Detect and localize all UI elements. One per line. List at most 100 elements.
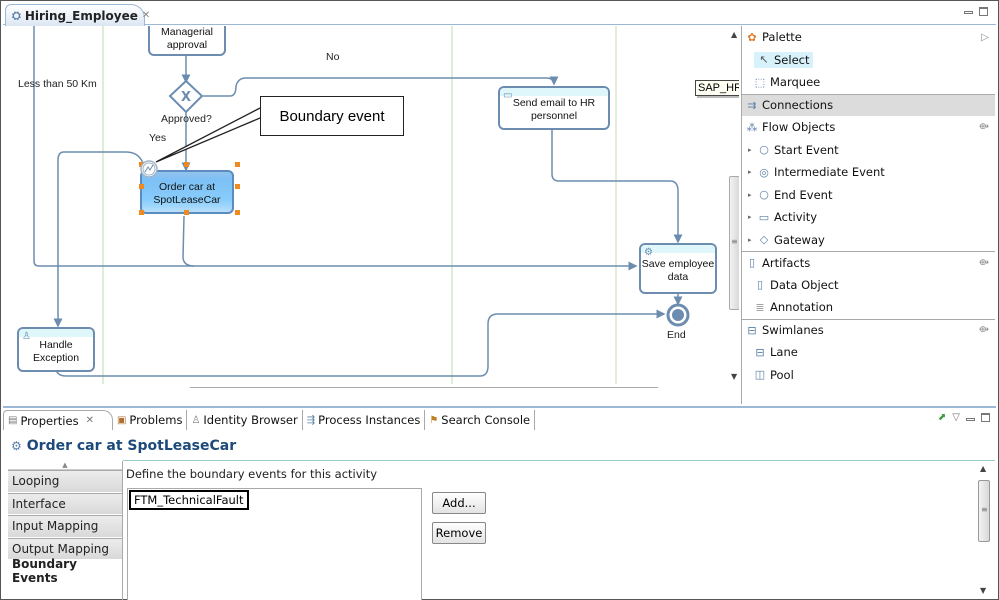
swimlanes-icon: ⊟ (747, 323, 757, 337)
palette-item-gateway[interactable]: ▸ ◇ Gateway (742, 229, 995, 252)
boundary-events-list[interactable]: FTM_TechnicalFault (127, 488, 422, 600)
selection-handle[interactable] (184, 162, 189, 167)
close-icon[interactable]: ✕ (86, 415, 94, 426)
properties-vertical-scrollbar[interactable]: ▲ ≡ ▼ (977, 462, 991, 596)
palette-item-intermediate-event[interactable]: ▸ ◎ Intermediate Event (742, 161, 995, 184)
palette-tool-marquee[interactable]: ⬚ Marquee (742, 71, 995, 94)
activity-icon: ▭ (758, 210, 770, 224)
minimize-icon[interactable] (964, 11, 973, 14)
scrollbar-thumb[interactable]: ≡ (978, 480, 990, 542)
boundary-event-icon[interactable] (140, 159, 160, 179)
side-tab-boundary-events[interactable]: Boundary Events (8, 557, 122, 585)
selection-handle[interactable] (235, 184, 240, 189)
maximize-icon[interactable] (979, 7, 988, 16)
end-event-label: End (667, 329, 686, 341)
properties-icon: ▤ (8, 415, 18, 426)
tab-search-console[interactable]: ⚑ Search Console (425, 410, 536, 430)
tab-identity-browser[interactable]: ♙ Identity Browser (187, 410, 303, 430)
add-button[interactable]: Add... (432, 492, 486, 514)
property-side-tabs: ▲ Looping Interface Input Mapping Output… (8, 461, 123, 600)
pin-editor-icon[interactable]: ⬈ (938, 412, 946, 423)
palette-header[interactable]: ✿ Palette ▷ (742, 26, 995, 49)
task-send-email[interactable]: ▭ Send email to HR personnel (498, 86, 610, 130)
intermediate-event-icon: ◎ (759, 165, 769, 179)
search-console-icon: ⚑ (429, 414, 439, 426)
palette-item-start-event[interactable]: ▸ ○ Start Event (742, 139, 995, 162)
pool-icon: ◫ (754, 368, 766, 382)
process-icon: ⛭ (12, 8, 21, 22)
pin-icon[interactable]: ⟴ (979, 122, 989, 132)
editor-tab-label: Hiring_Employee (24, 8, 138, 23)
maximize-icon[interactable] (981, 413, 990, 422)
collapse-palette-icon[interactable]: ▷ (981, 32, 989, 43)
task-handle-exception[interactable]: ♙ Handle Exception (17, 327, 95, 372)
selection-handle[interactable] (139, 210, 144, 215)
pin-icon[interactable]: ⟴ (979, 258, 989, 268)
properties-title: ⚙ Order car at SpotLeaseCar (11, 438, 237, 454)
canvas-vertical-scrollbar[interactable]: ▲ ≡ ▼ (728, 26, 739, 388)
palette-item-pool[interactable]: ◫ Pool (742, 364, 995, 387)
list-item[interactable]: FTM_TechnicalFault (129, 490, 249, 510)
marquee-icon: ⬚ (754, 75, 766, 89)
palette-drawer-artifacts[interactable]: ▯ Artifacts ⟴ (742, 251, 995, 274)
exclusive-gateway: X (168, 79, 204, 114)
palette-item-annotation[interactable]: ≣ Annotation (742, 296, 995, 319)
palette: ✿ Palette ▷ ↖ Select ⬚ Marquee ⇉ Connecti… (741, 26, 995, 404)
palette-item-end-event[interactable]: ▸ ○ End Event (742, 184, 995, 207)
view-buttons: ⬈ ▽ (938, 412, 990, 423)
selection-handle[interactable] (139, 184, 144, 189)
palette-drawer-connections[interactable]: ⇉ Connections (742, 93, 995, 116)
palette-drawer-flow-objects[interactable]: ⁂ Flow Objects ⟴ (742, 116, 995, 139)
palette-item-lane[interactable]: ⊟ Lane (742, 341, 995, 364)
tab-process-instances[interactable]: ⇶ Process Instances (303, 410, 426, 430)
editor-window-buttons (964, 7, 988, 16)
selection-handle[interactable] (235, 210, 240, 215)
pointer-icon: ↖ (759, 53, 769, 67)
scrollbar-thumb[interactable]: ≡ (729, 176, 739, 310)
flow-email-to-save (551, 130, 683, 244)
flow-exception-to-end (55, 309, 666, 377)
tab-properties[interactable]: ▤ Properties ✕ (3, 410, 113, 430)
flow-boundary-to-exception (53, 151, 145, 328)
flow-objects-icon: ⁂ (746, 120, 758, 134)
canvas-horizontal-scrollbar[interactable]: ◀ III ▶ (6, 385, 728, 388)
side-tab-input-mapping[interactable]: Input Mapping (8, 515, 122, 538)
scroll-up-icon[interactable]: ▲ (8, 461, 122, 470)
selection-handle[interactable] (184, 210, 189, 215)
selection-handle[interactable] (235, 162, 240, 167)
close-icon[interactable]: ✕ (142, 10, 150, 21)
remove-button[interactable]: Remove (432, 522, 486, 544)
side-tab-interface[interactable]: Interface (8, 492, 122, 515)
palette-item-data-object[interactable]: ▯ Data Object (742, 274, 995, 297)
scroll-down-icon[interactable]: ▼ (731, 372, 737, 381)
properties-panel: ▤ Properties ✕ ▣ Problems ♙ Identity Bro… (3, 406, 996, 600)
boundary-events-description: Define the boundary events for this acti… (126, 467, 378, 481)
diagram-connections: X (33, 26, 690, 384)
callout-boundary-event: Boundary event (260, 96, 404, 136)
task-save-employee-data[interactable]: ⚙ Save employee data (639, 243, 717, 294)
palette-icon: ✿ (747, 30, 757, 44)
connection-icon: ⇉ (747, 98, 757, 112)
palette-tool-select[interactable]: ↖ Select (742, 49, 995, 72)
flow-label-yes: Yes (149, 132, 167, 144)
problems-icon: ▣ (116, 414, 127, 426)
title-separator (123, 460, 995, 461)
minimize-icon[interactable] (966, 418, 975, 421)
scroll-up-icon[interactable]: ▲ (731, 30, 737, 39)
view-menu-icon[interactable]: ▽ (952, 412, 960, 423)
tab-problems[interactable]: ▣ Problems (113, 410, 188, 430)
diagram-canvas[interactable]: X Managerial approval Approved? No Yes L… (6, 26, 739, 388)
scroll-up-icon[interactable]: ▲ (980, 464, 986, 473)
palette-drawer-swimlanes[interactable]: ⊟ Swimlanes ⟴ (742, 318, 995, 342)
task-managerial-approval[interactable]: Managerial approval (148, 26, 226, 56)
scrollbar-thumb[interactable]: III (189, 387, 659, 388)
side-tab-looping[interactable]: Looping (8, 470, 122, 493)
editor-tab-hiring-employee[interactable]: ⛭ Hiring_Employee ✕ (5, 4, 150, 26)
scroll-down-icon[interactable]: ▼ (980, 586, 986, 595)
palette-item-activity[interactable]: ▸ ▭ Activity (742, 206, 995, 229)
flow-order-to-save (182, 215, 195, 267)
pin-icon[interactable]: ⟴ (979, 325, 989, 335)
view-tabs: ▤ Properties ✕ ▣ Problems ♙ Identity Bro… (3, 410, 536, 430)
artifacts-icon: ▯ (748, 256, 756, 270)
gateway-label: Approved? (161, 113, 212, 125)
